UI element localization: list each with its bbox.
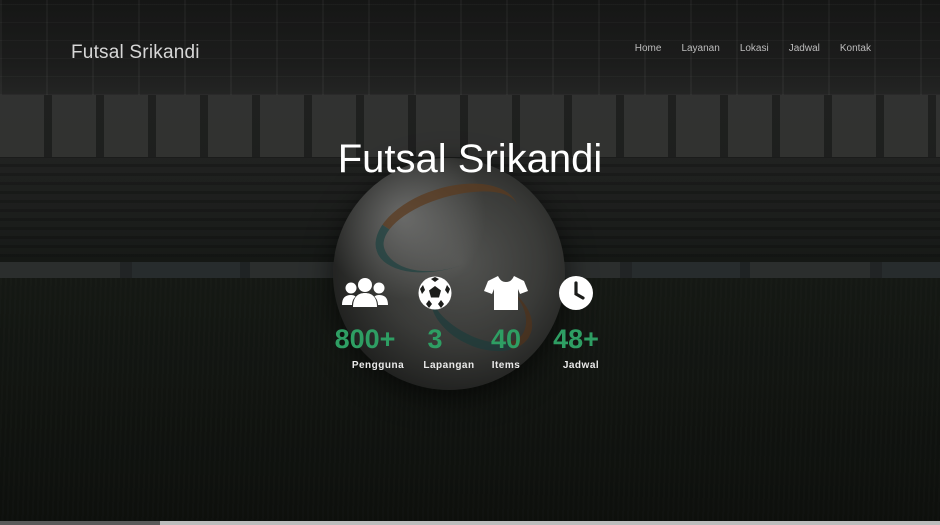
- users-icon: [325, 274, 405, 312]
- stat-label: Items: [491, 360, 521, 371]
- tshirt-icon: [466, 274, 546, 312]
- stat-value: 48+: [553, 324, 599, 354]
- stat-value: 3: [427, 324, 443, 354]
- nav-home[interactable]: Home: [635, 43, 662, 54]
- stats-row: 800+ Pengguna 3 Lapangan 40 Items 48+ Ja…: [333, 274, 608, 384]
- stat-label: Lapangan: [423, 360, 475, 371]
- hero-section: Futsal Srikandi Home Layanan Lokasi Jadw…: [0, 0, 940, 525]
- nav-kontak[interactable]: Kontak: [840, 43, 871, 54]
- stat-value: 800+: [334, 324, 396, 354]
- stat-label: Pengguna: [351, 360, 405, 371]
- nav-lokasi[interactable]: Lokasi: [740, 43, 769, 54]
- horizontal-scrollbar[interactable]: [0, 521, 940, 525]
- nav-layanan[interactable]: Layanan: [681, 43, 719, 54]
- stat-lapangan: 3 Lapangan: [395, 274, 475, 371]
- hero-title: Futsal Srikandi: [337, 137, 603, 181]
- stat-pengguna: 800+ Pengguna: [325, 274, 405, 371]
- dark-overlay: [0, 0, 940, 525]
- stat-jadwal: 48+ Jadwal: [536, 274, 616, 371]
- brand-logo[interactable]: Futsal Srikandi: [71, 42, 200, 64]
- main-nav: Home Layanan Lokasi Jadwal Kontak: [635, 43, 871, 54]
- stat-label: Jadwal: [562, 360, 600, 371]
- nav-jadwal[interactable]: Jadwal: [789, 43, 820, 54]
- scrollbar-thumb[interactable]: [0, 521, 160, 525]
- stat-value: 40: [490, 324, 522, 354]
- stat-items: 40 Items: [466, 274, 546, 371]
- clock-icon: [536, 274, 616, 312]
- soccer-ball-icon: [395, 274, 475, 312]
